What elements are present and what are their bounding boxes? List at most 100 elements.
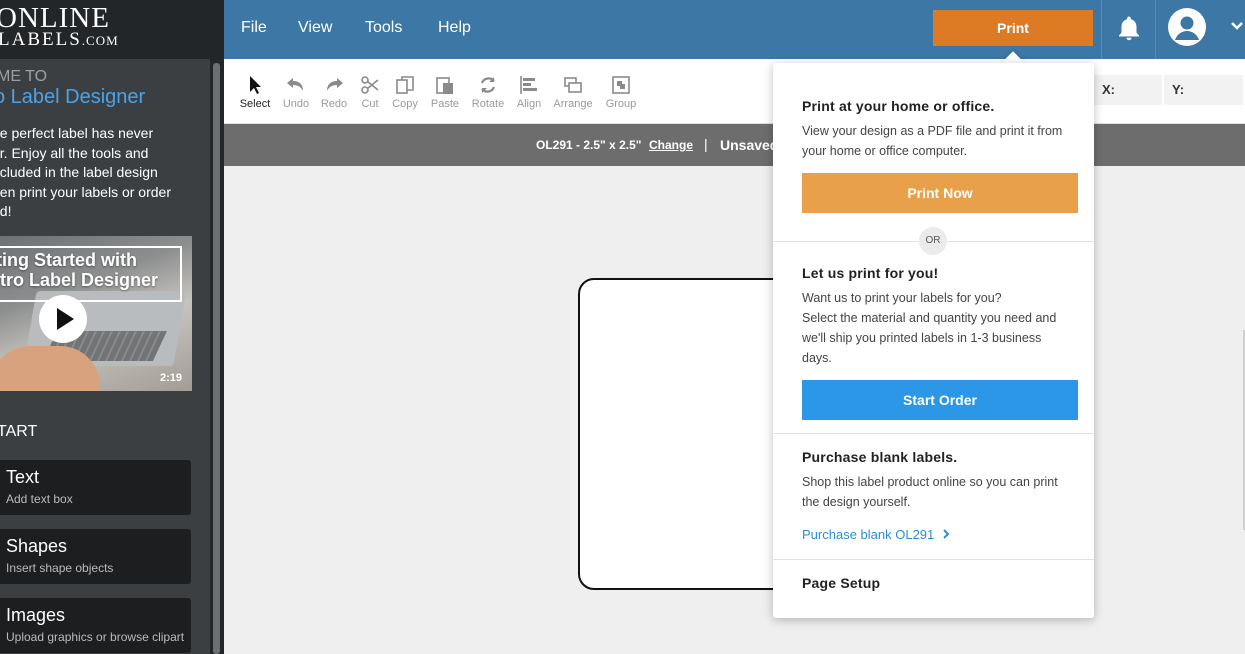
chevron-right-icon <box>943 529 950 539</box>
tool-label: Cut <box>361 98 379 110</box>
tool-card-subtitle: Insert shape objects <box>6 561 114 575</box>
divider <box>1155 0 1156 59</box>
bell-icon[interactable] <box>1114 14 1144 49</box>
or-badge: OR <box>919 227 947 255</box>
start-section-label: TART <box>0 423 38 440</box>
video-title: tting Started with stro Label Designer <box>0 250 158 290</box>
rotate-tool[interactable]: Rotate <box>468 74 508 110</box>
chevron-down-icon[interactable] <box>1229 18 1245 39</box>
group-tool[interactable]: Group <box>601 74 641 110</box>
paste-tool[interactable]: Paste <box>425 74 465 110</box>
redo-tool[interactable]: Redo <box>314 74 354 110</box>
start-order-button[interactable]: Start Order <box>802 380 1078 420</box>
blank-labels-section: Purchase blank labels. Shop this label p… <box>802 449 1078 512</box>
description-line: your home or office computer. <box>802 144 968 158</box>
add-text-button[interactable]: Text Add text box <box>0 460 191 515</box>
copy-tool[interactable]: Copy <box>385 74 425 110</box>
y-coordinate-field[interactable]: Y: <box>1164 75 1243 105</box>
arrange-icon <box>564 77 582 93</box>
menu-view[interactable]: View <box>298 19 332 37</box>
select-tool[interactable]: Select <box>235 74 275 110</box>
sidebar-panel: ME TO o Label Designer he perfect label … <box>0 59 210 654</box>
top-menu-bar: File View Tools Help Print <box>224 0 1245 59</box>
menu-tools[interactable]: Tools <box>365 19 402 37</box>
tool-card-title: Shapes <box>6 536 68 556</box>
product-size: OL291 - 2.5" x 2.5" <box>536 138 642 152</box>
getting-started-video[interactable]: tting Started with stro Label Designer 2… <box>0 236 192 391</box>
divider <box>773 559 1094 560</box>
menu-file[interactable]: File <box>241 19 267 37</box>
tool-card-title: Images <box>6 605 66 625</box>
align-tool[interactable]: Align <box>509 74 549 110</box>
logo-labels: LABELS <box>0 29 82 50</box>
add-shapes-button[interactable]: Shapes Insert shape objects <box>0 529 191 584</box>
logo-line-2: LABELS.COM <box>0 30 119 51</box>
align-icon <box>520 76 537 94</box>
description-line: Shop this label product online so you ca… <box>802 475 1058 489</box>
info-separator: | <box>704 136 708 152</box>
tool-label: Group <box>605 98 637 110</box>
page-setup-label: Page Setup <box>802 575 881 591</box>
user-avatar-icon[interactable] <box>1168 8 1206 46</box>
undo-tool[interactable]: Undo <box>276 74 316 110</box>
undo-icon <box>287 78 303 91</box>
blank-labels-description: Shop this label product online so you ca… <box>802 472 1078 512</box>
tool-label: Select <box>239 98 271 110</box>
description-line: we'll ship you printed labels in 1-3 bus… <box>802 331 1042 345</box>
sidebar: ONLINE LABELS.COM ME TO o Label Designer… <box>0 0 224 654</box>
arrange-tool[interactable]: Arrange <box>548 74 598 110</box>
paste-icon <box>436 77 453 94</box>
cursor-icon <box>250 76 261 94</box>
order-print-heading: Let us print for you! <box>802 265 939 281</box>
intro-line: he perfect label has never <box>0 125 154 141</box>
group-icon <box>612 76 630 94</box>
description-line: Want us to print your labels for you? <box>802 291 1002 305</box>
tool-card-title: Text <box>6 467 40 487</box>
logo[interactable]: ONLINE LABELS.COM <box>0 0 224 59</box>
cut-tool[interactable]: Cut <box>350 74 390 110</box>
home-print-heading: Print at your home or office. <box>802 98 995 114</box>
order-print-section: Let us print for you! Want us to print y… <box>802 265 1078 368</box>
video-duration: 2:19 <box>159 372 182 384</box>
print-button[interactable]: Print <box>933 10 1093 46</box>
tool-card-subtitle: Add text box <box>6 492 73 506</box>
copy-icon <box>396 76 414 94</box>
change-product-link[interactable]: Change <box>649 138 693 152</box>
intro-line: ed! <box>0 203 12 219</box>
blank-labels-heading: Purchase blank labels. <box>802 449 958 465</box>
purchase-blank-link[interactable]: Purchase blank OL291 <box>802 527 951 542</box>
welcome-heading: o Label Designer <box>0 86 146 108</box>
intro-line: er. Enjoy all the tools and <box>0 144 149 161</box>
sidebar-scrollbar-thumb[interactable] <box>213 63 220 654</box>
rotate-icon <box>480 77 496 93</box>
description-line: View your design as a PDF file and print… <box>802 124 1063 138</box>
order-print-description: Want us to print your labels for you? Se… <box>802 288 1078 368</box>
description-line: the design yourself. <box>802 495 911 509</box>
tool-label: Copy <box>392 98 418 110</box>
redo-icon <box>327 78 343 91</box>
tool-label: Arrange <box>553 98 593 110</box>
tool-label: Undo <box>282 98 310 110</box>
play-icon[interactable] <box>39 295 87 343</box>
intro-line: ncluded in the label design <box>0 164 158 180</box>
home-print-description: View your design as a PDF file and print… <box>802 121 1078 161</box>
intro-line: hen print your labels or order <box>0 183 171 200</box>
menu-help[interactable]: Help <box>438 19 471 37</box>
video-title-line: stro Label Designer <box>0 270 159 290</box>
welcome-heading-small: ME TO <box>0 68 48 85</box>
video-title-line: tting Started with <box>0 250 137 270</box>
x-coordinate-field[interactable]: X: <box>1094 75 1162 105</box>
print-options-menu: Print at your home or office. View your … <box>773 63 1094 618</box>
add-images-button[interactable]: Images Upload graphics or browse clipart <box>0 598 191 653</box>
print-now-button[interactable]: Print Now <box>802 173 1078 213</box>
intro-text: he perfect label has never er. Enjoy all… <box>0 124 197 222</box>
home-print-section: Print at your home or office. View your … <box>802 98 1078 161</box>
tool-label: Redo <box>320 98 348 110</box>
scissors-icon <box>361 76 379 94</box>
logo-com: .COM <box>81 33 119 48</box>
page-setup-item[interactable]: Page Setup <box>802 575 1078 591</box>
tool-card-subtitle: Upload graphics or browse clipart <box>6 630 185 644</box>
divider <box>1101 0 1102 59</box>
divider <box>773 433 1094 434</box>
tool-label: Rotate <box>471 98 505 110</box>
